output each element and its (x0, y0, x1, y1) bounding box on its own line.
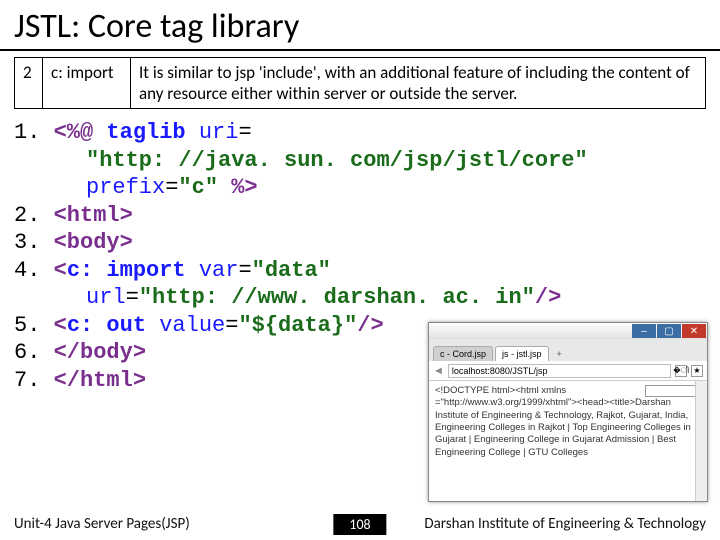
reader-icon[interactable]: �ി (675, 365, 687, 377)
bookmark-icon[interactable]: ★ (691, 365, 703, 377)
search-box-icon[interactable] (645, 385, 701, 397)
page-title: JSTL: Core tag library (0, 0, 720, 51)
footer-unit: Unit-4 Java Server Pages(JSP) (0, 515, 190, 533)
url-input[interactable] (448, 364, 671, 378)
back-icon[interactable]: ◄ (433, 365, 444, 377)
maximize-icon[interactable]: ▢ (657, 324, 681, 338)
preview-tabs: c - Cord.jsp js - jstl.jsp + (429, 339, 707, 361)
minimize-icon[interactable]: – (632, 324, 656, 338)
table-row: 2 c: import It is similar to jsp 'includ… (15, 58, 706, 109)
browser-preview: – ▢ ✕ c - Cord.jsp js - jstl.jsp + ◄ �ി … (428, 322, 708, 502)
preview-content: <!DOCTYPE html><html xmlns ="http://www.… (429, 381, 707, 463)
preview-urlbar: ◄ �ി ★ (429, 361, 707, 381)
scrollbar[interactable] (695, 381, 707, 501)
tab-item[interactable]: js - jstl.jsp (495, 346, 549, 361)
footer: Unit-4 Java Server Pages(JSP) 108 Darsha… (0, 508, 720, 540)
preview-titlebar: – ▢ ✕ (429, 323, 707, 339)
cell-index: 2 (15, 58, 43, 109)
cell-tag: c: import (43, 58, 131, 109)
footer-institute: Darshan Institute of Engineering & Techn… (424, 515, 720, 533)
new-tab-icon[interactable]: + (551, 347, 568, 361)
cell-description: It is similar to jsp 'include', with an … (131, 58, 706, 109)
tag-description-table: 2 c: import It is similar to jsp 'includ… (14, 57, 706, 109)
footer-page: 108 (333, 514, 386, 535)
close-icon[interactable]: ✕ (682, 324, 706, 338)
tab-item[interactable]: c - Cord.jsp (433, 346, 493, 361)
